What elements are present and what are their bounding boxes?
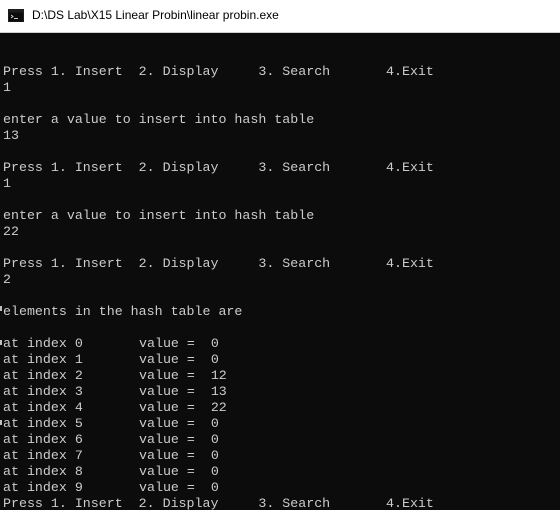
- hash-value-label: value = 22: [139, 400, 227, 415]
- console-line: 22: [3, 224, 19, 239]
- hash-index-label: at index 2: [3, 368, 83, 383]
- hash-table-row: at index 0 value = 0: [3, 336, 548, 352]
- hash-table-row: at index 3 value = 13: [3, 384, 548, 400]
- console-window: D:\DS Lab\X15 Linear Probin\linear probi…: [0, 0, 560, 510]
- final-menu-prompt: Press 1. Insert 2. Display 3. Search 4.E…: [3, 496, 434, 510]
- left-edge-mark: [0, 420, 2, 425]
- console-lines: Press 1. Insert 2. Display 3. Search 4.E…: [3, 48, 548, 336]
- hash-index-label: at index 3: [3, 384, 83, 399]
- hash-table-row: at index 4 value = 22: [3, 400, 548, 416]
- console-line: 1: [3, 176, 11, 191]
- hash-index-label: at index 1: [3, 352, 83, 367]
- hash-table-row: at index 2 value = 12: [3, 368, 548, 384]
- console-line: enter a value to insert into hash table: [3, 112, 315, 127]
- console-line: Press 1. Insert 2. Display 3. Search 4.E…: [3, 256, 434, 271]
- hash-value-label: value = 0: [139, 352, 219, 367]
- hash-value-label: value = 13: [139, 384, 227, 399]
- window-title: D:\DS Lab\X15 Linear Probin\linear probi…: [32, 8, 279, 22]
- hash-value-label: value = 0: [139, 432, 219, 447]
- hash-value-label: value = 12: [139, 368, 227, 383]
- hash-value-label: value = 0: [139, 416, 219, 431]
- hash-table-row: at index 1 value = 0: [3, 352, 548, 368]
- console-line: Press 1. Insert 2. Display 3. Search 4.E…: [3, 160, 434, 175]
- hash-value-label: value = 0: [139, 448, 219, 463]
- hash-table-row: at index 5 value = 0: [3, 416, 548, 432]
- console-line: 1: [3, 80, 11, 95]
- hash-index-label: at index 8: [3, 464, 83, 479]
- hash-index-label: at index 9: [3, 480, 83, 495]
- hash-value-label: value = 0: [139, 464, 219, 479]
- console-line: 13: [3, 128, 19, 143]
- hash-value-label: value = 0: [139, 336, 219, 351]
- left-edge-mark: [0, 340, 2, 345]
- hash-index-label: at index 0: [3, 336, 83, 351]
- console-output[interactable]: Press 1. Insert 2. Display 3. Search 4.E…: [3, 48, 548, 510]
- console-line: 2: [3, 272, 11, 287]
- left-edge-mark: [0, 306, 2, 311]
- hash-table-row: at index 8 value = 0: [3, 464, 548, 480]
- hash-table-row: at index 9 value = 0: [3, 480, 548, 496]
- hash-table-output: at index 0 value = 0 at index 1 value = 0 at…: [3, 336, 548, 496]
- console-app-icon: [8, 9, 24, 22]
- console-line: enter a value to insert into hash table: [3, 208, 315, 223]
- console-line: elements in the hash table are: [3, 304, 243, 319]
- hash-value-label: value = 0: [139, 480, 219, 495]
- hash-index-label: at index 6: [3, 432, 83, 447]
- hash-table-row: at index 7 value = 0: [3, 448, 548, 464]
- title-bar[interactable]: D:\DS Lab\X15 Linear Probin\linear probi…: [0, 0, 560, 33]
- hash-table-row: at index 6 value = 0: [3, 432, 548, 448]
- console-line: Press 1. Insert 2. Display 3. Search 4.E…: [3, 64, 434, 79]
- hash-index-label: at index 4: [3, 400, 83, 415]
- hash-index-label: at index 5: [3, 416, 83, 431]
- vertical-scrollbar[interactable]: [550, 33, 560, 510]
- hash-index-label: at index 7: [3, 448, 83, 463]
